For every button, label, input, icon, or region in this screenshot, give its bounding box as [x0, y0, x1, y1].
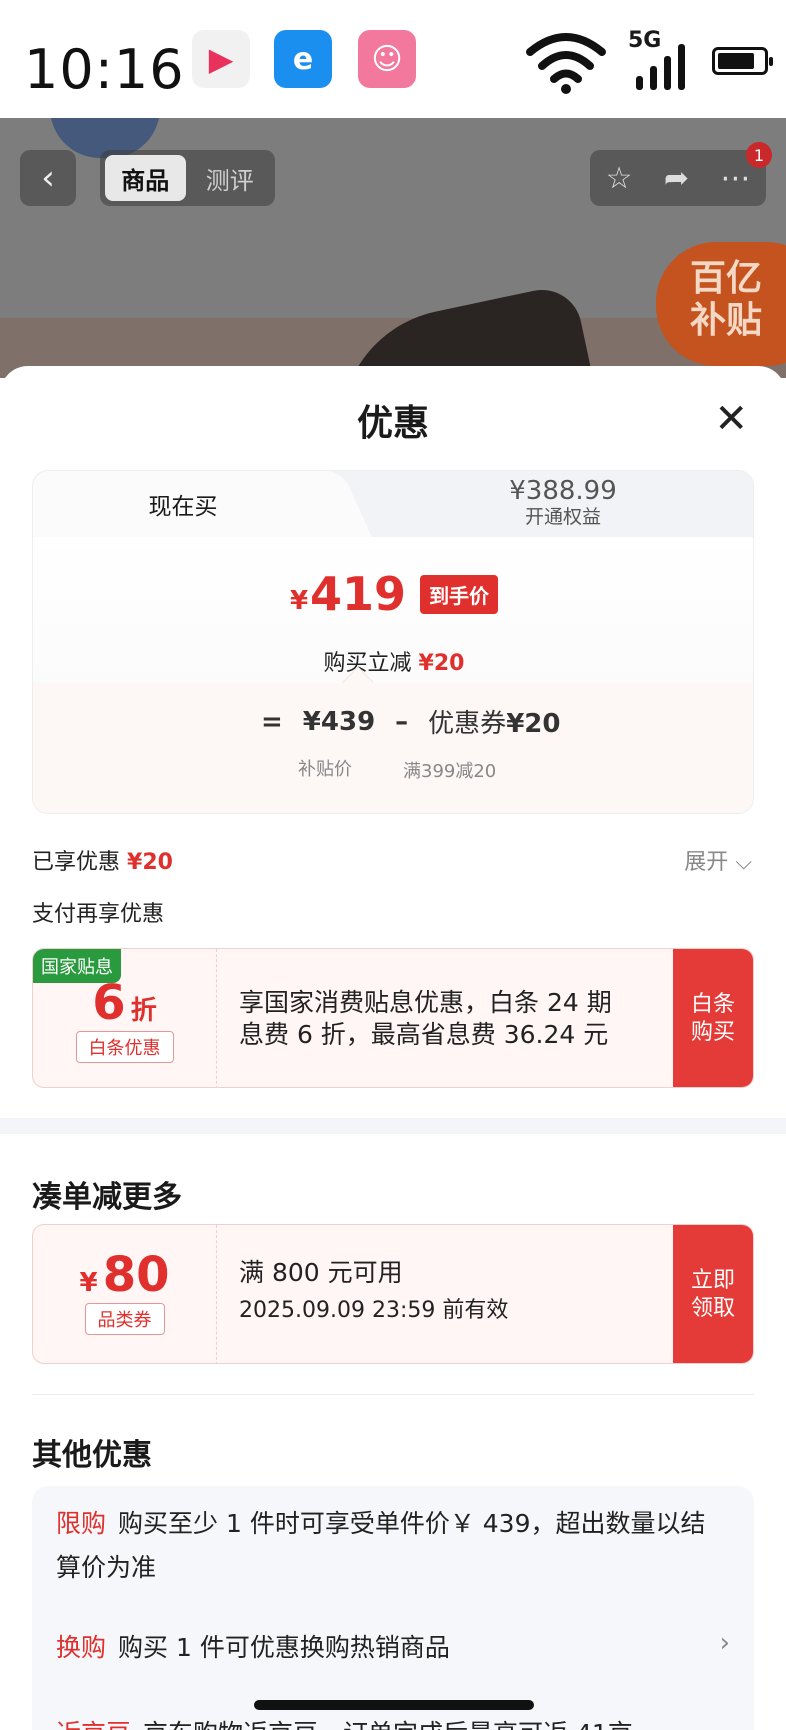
formula-minus: –: [395, 706, 409, 737]
status-bar: 10:16 ▶ e ☺ 5G: [0, 0, 786, 118]
chevron-down-icon: ⌵: [735, 850, 752, 875]
home-indicator[interactable]: [254, 1700, 534, 1710]
list-item-exchange[interactable]: 换购 购买 1 件可优惠换购热销商品: [56, 1626, 716, 1670]
coupon-caption: 满399减20: [403, 761, 497, 782]
coupon-yen: ¥: [79, 1268, 98, 1298]
baitiao-buy-button[interactable]: 白条购买: [673, 949, 753, 1087]
discount-sheet: 优惠 ✕ 现在买 ¥388.99 开通权益 ¥ 419 到手价 购买立减 ¥20…: [0, 366, 786, 1730]
coupon-corner-tag: 国家贴息: [33, 949, 121, 983]
star-icon[interactable]: ☆: [606, 161, 633, 196]
app-arrow-icon: ▶: [192, 30, 250, 88]
discount-rate: 6: [92, 975, 126, 1031]
message-badge: 1: [746, 142, 772, 168]
subsidy-promo[interactable]: 百亿 补贴: [656, 242, 786, 366]
section-divider: [0, 1118, 786, 1134]
baitiao-coupon-value: 国家贴息 6 折 白条优惠: [33, 949, 217, 1087]
wifi-icon: [526, 33, 606, 94]
price-tabs: 现在买 ¥388.99 开通权益: [33, 471, 753, 537]
app-e-icon: e: [274, 30, 332, 88]
price-breakdown: = ¥439 – 优惠券¥20 补贴价 满399减20: [33, 666, 753, 813]
coupon-deduction: 优惠券¥20: [428, 709, 561, 739]
instant-discount: 购买立减 ¥20: [323, 651, 465, 676]
member-label: 开通权益: [524, 506, 601, 528]
back-icon: ‹: [41, 158, 55, 198]
list-item-jingdou[interactable]: 近京豆京东购物返京豆，订单完成后最高可返 41京: [56, 1712, 716, 1730]
tab-review[interactable]: 测评: [190, 155, 271, 201]
network-label: 5G: [628, 28, 662, 53]
close-icon[interactable]: ✕: [714, 396, 748, 442]
nav-actions: ☆ ➦ ⋯ 1: [590, 142, 772, 206]
list-item-limit: 限购 购买至少 1 件时可享受单件价￥ 439，超出数量以结算价为准: [56, 1509, 706, 1582]
coupon-type-pill: 品类券: [84, 1303, 165, 1335]
signal-icon: 5G: [628, 28, 692, 94]
other-title: 其他优惠: [32, 1438, 152, 1473]
back-button[interactable]: ‹: [20, 150, 76, 206]
other-discounts: 限购 购买至少 1 件时可享受单件价￥ 439，超出数量以结算价为准 换购 购买 1…: [32, 1486, 754, 1730]
more-icon[interactable]: ⋯: [720, 161, 750, 196]
subsidy-caption: 补贴价: [298, 759, 352, 780]
coupon-amount: 80: [102, 1247, 170, 1303]
chevron-right-icon[interactable]: ›: [720, 1628, 730, 1658]
price-symbol: ¥: [289, 586, 309, 616]
product-tabs: 商品 测评: [100, 150, 275, 206]
pay-more-label: 支付再享优惠: [32, 902, 165, 927]
claim-coupon-button[interactable]: 立即领取: [673, 1225, 753, 1363]
final-price-tag: 到手价: [420, 574, 499, 614]
product-backdrop: ‹ 商品 测评 ☆ ➦ ⋯ 1 百亿 补贴: [0, 118, 786, 378]
battery-icon: [712, 47, 773, 75]
sheet-title: 优惠: [356, 403, 429, 444]
final-price-area: ¥ 419 到手价 购买立减 ¥20: [33, 537, 753, 683]
share-icon[interactable]: ➦: [664, 161, 689, 196]
tab-product[interactable]: 商品: [105, 155, 186, 201]
category-coupon-value: ¥ 80 品类券: [33, 1225, 217, 1363]
status-time: 10:16: [24, 38, 185, 101]
baitiao-description: 享国家消费贴息优惠，白条 24 期 息费 6 折，最高省息费 36.24 元: [239, 988, 612, 1049]
coupon-details: 满 800 元可用 2025.09.09 23:59 前有效: [239, 1258, 509, 1323]
final-price: 419: [310, 567, 407, 621]
category-coupon: ¥ 80 品类券 满 800 元可用 2025.09.09 23:59 前有效 …: [32, 1224, 754, 1364]
tab-buy-now[interactable]: 现在买: [33, 471, 333, 537]
expand-button[interactable]: 展开 ⌵: [684, 844, 752, 876]
price-card: 现在买 ¥388.99 开通权益 ¥ 419 到手价 购买立减 ¥20 = ¥4…: [32, 470, 754, 814]
divider: [32, 1394, 754, 1395]
baitiao-coupon: 国家贴息 6 折 白条优惠 享国家消费贴息优惠，白条 24 期 息费 6 折，最…: [32, 948, 754, 1088]
formula-equals: =: [261, 706, 283, 737]
app-bili-icon: ☺: [358, 30, 416, 88]
subsidy-price: ¥439: [302, 706, 376, 737]
coupon-type-pill: 白条优惠: [75, 1031, 174, 1063]
member-price: ¥388.99: [509, 476, 617, 506]
combine-title: 凑单减更多: [32, 1180, 182, 1215]
enjoyed-discount: 已享优惠 ¥20: [32, 850, 173, 875]
discount-unit: 折: [130, 996, 157, 1026]
tab-member-benefit[interactable]: ¥388.99 开通权益: [413, 477, 713, 529]
